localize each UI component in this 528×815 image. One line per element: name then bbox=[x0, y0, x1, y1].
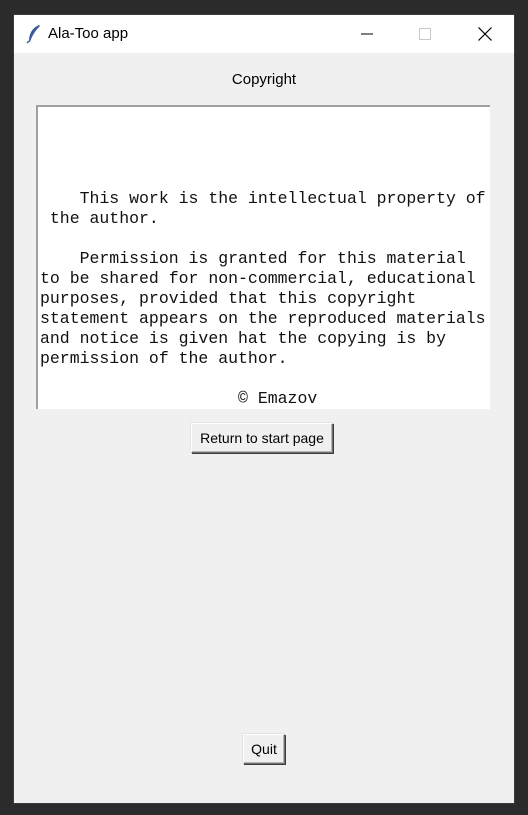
window-title: Ala-Too app bbox=[48, 25, 129, 42]
minimize-button[interactable] bbox=[338, 15, 396, 53]
text-line bbox=[40, 149, 490, 169]
title-bar[interactable]: Ala-Too app bbox=[14, 15, 514, 53]
page-title: Copyright bbox=[231, 71, 297, 88]
text-line bbox=[40, 169, 490, 189]
feather-icon bbox=[26, 24, 42, 44]
text-line: to be shared for non-commercial, educati… bbox=[40, 269, 476, 288]
maximize-icon bbox=[419, 28, 431, 40]
maximize-button[interactable] bbox=[396, 15, 454, 53]
text-line: statement appears on the reproduced mate… bbox=[40, 309, 486, 328]
text-line: and notice is given hat the copying is b… bbox=[40, 329, 446, 348]
text-line bbox=[40, 229, 490, 249]
close-button[interactable] bbox=[456, 15, 514, 53]
copyright-text-area[interactable]: This work is the intellectual property o… bbox=[36, 105, 490, 409]
quit-button[interactable]: Quit bbox=[243, 734, 285, 764]
text-line: © Emazov bbox=[40, 389, 318, 408]
text-line: This work is the intellectual property o… bbox=[40, 189, 486, 208]
copyright-text: This work is the intellectual property o… bbox=[40, 149, 490, 409]
return-to-start-button[interactable]: Return to start page bbox=[191, 423, 333, 453]
text-line: purposes, provided that this copyright bbox=[40, 289, 417, 308]
close-icon bbox=[478, 27, 492, 41]
text-line bbox=[40, 369, 490, 389]
minimize-icon bbox=[361, 33, 373, 35]
text-line: Permission is granted for this material bbox=[40, 249, 466, 268]
text-line: the author. bbox=[40, 209, 159, 228]
app-window: Ala-Too app Copyright This work is the i… bbox=[14, 15, 514, 803]
text-line: permission of the author. bbox=[40, 349, 288, 368]
